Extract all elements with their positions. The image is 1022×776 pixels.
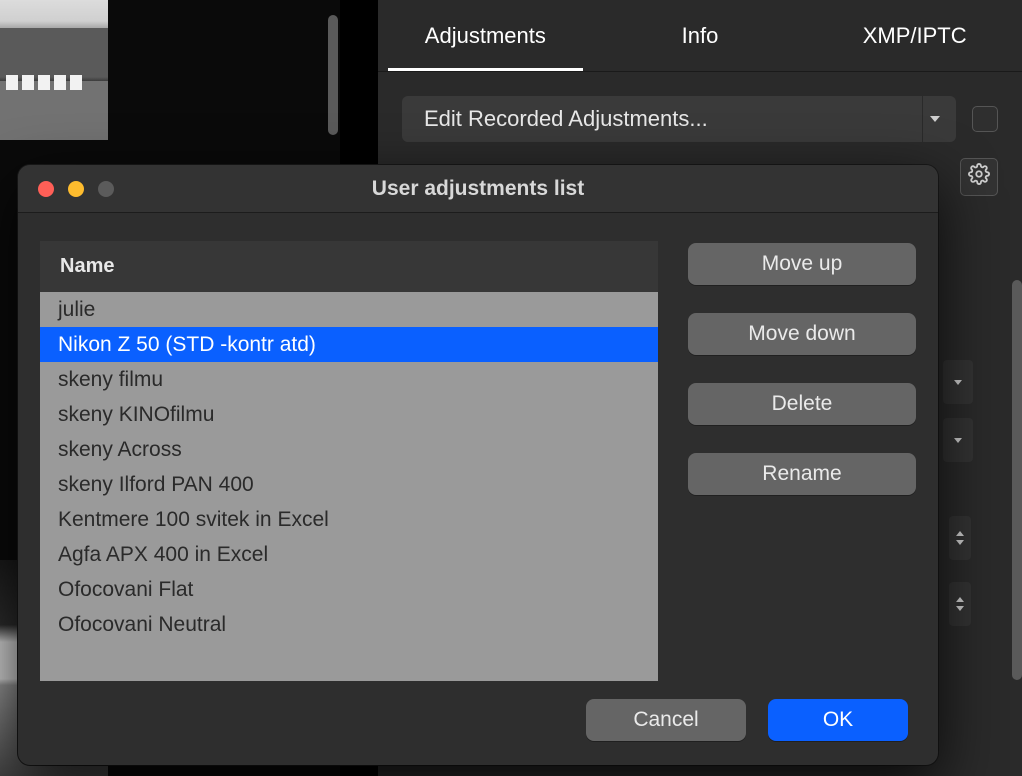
list-column-header[interactable]: Name	[40, 241, 658, 292]
adjustments-list[interactable]: julieNikon Z 50 (STD -kontr atd)skeny fi…	[40, 292, 658, 681]
cancel-button[interactable]: Cancel	[586, 699, 746, 741]
dialog-title: User adjustments list	[18, 177, 938, 201]
edit-recorded-row: Edit Recorded Adjustments...	[378, 72, 1022, 142]
tab-info[interactable]: Info	[593, 0, 808, 71]
button-label: OK	[823, 708, 853, 732]
button-label: Rename	[762, 462, 841, 486]
stepper-partial[interactable]	[949, 582, 971, 626]
close-icon[interactable]	[38, 181, 54, 197]
settings-button[interactable]	[960, 158, 998, 196]
tab-adjustments[interactable]: Adjustments	[378, 0, 593, 71]
button-label: Move down	[748, 322, 855, 346]
dropdown-partial[interactable]	[943, 360, 973, 404]
gear-icon	[968, 163, 990, 191]
move-down-button[interactable]: Move down	[688, 313, 916, 355]
tab-xmp-iptc[interactable]: XMP/IPTC	[807, 0, 1022, 71]
list-item[interactable]: skeny Across	[40, 432, 658, 467]
edit-recorded-dropdown[interactable]: Edit Recorded Adjustments...	[402, 96, 956, 142]
list-item[interactable]: Ofocovani Neutral	[40, 607, 658, 642]
list-item[interactable]: Agfa APX 400 in Excel	[40, 537, 658, 572]
move-up-button[interactable]: Move up	[688, 243, 916, 285]
dialog-titlebar[interactable]: User adjustments list	[18, 165, 938, 213]
maximize-icon[interactable]	[98, 181, 114, 197]
partial-controls	[943, 360, 973, 740]
chevron-down-icon	[922, 96, 946, 142]
tab-label: Info	[682, 23, 719, 49]
scrollbar-thumb[interactable]	[1012, 280, 1022, 680]
stepper-partial[interactable]	[949, 516, 971, 560]
dialog-footer: Cancel OK	[18, 681, 938, 765]
tab-label: XMP/IPTC	[863, 23, 967, 49]
scrollbar-thumb[interactable]	[328, 15, 338, 135]
delete-button[interactable]: Delete	[688, 383, 916, 425]
button-label: Move up	[762, 252, 843, 276]
list-item[interactable]: skeny filmu	[40, 362, 658, 397]
list-item[interactable]: Nikon Z 50 (STD -kontr atd)	[40, 327, 658, 362]
list-item[interactable]: Kentmere 100 svitek in Excel	[40, 502, 658, 537]
minimize-icon[interactable]	[68, 181, 84, 197]
checkbox[interactable]	[972, 106, 998, 132]
dropdown-label: Edit Recorded Adjustments...	[424, 106, 708, 132]
user-adjustments-dialog: User adjustments list Name julieNikon Z …	[18, 165, 938, 765]
side-button-group: Move up Move down Delete Rename	[688, 241, 916, 681]
list-item[interactable]: julie	[40, 292, 658, 327]
window-controls	[38, 181, 114, 197]
thumbnail-image[interactable]	[0, 0, 108, 140]
list-item[interactable]: skeny KINOfilmu	[40, 397, 658, 432]
tab-label: Adjustments	[425, 23, 546, 49]
button-label: Delete	[772, 392, 833, 416]
button-label: Cancel	[633, 708, 698, 732]
rename-button[interactable]: Rename	[688, 453, 916, 495]
list-item[interactable]: skeny Ilford PAN 400	[40, 467, 658, 502]
adjustments-list-container: Name julieNikon Z 50 (STD -kontr atd)ske…	[40, 241, 658, 681]
tab-bar: Adjustments Info XMP/IPTC	[378, 0, 1022, 72]
ok-button[interactable]: OK	[768, 699, 908, 741]
dropdown-partial[interactable]	[943, 418, 973, 462]
list-item[interactable]: Ofocovani Flat	[40, 572, 658, 607]
